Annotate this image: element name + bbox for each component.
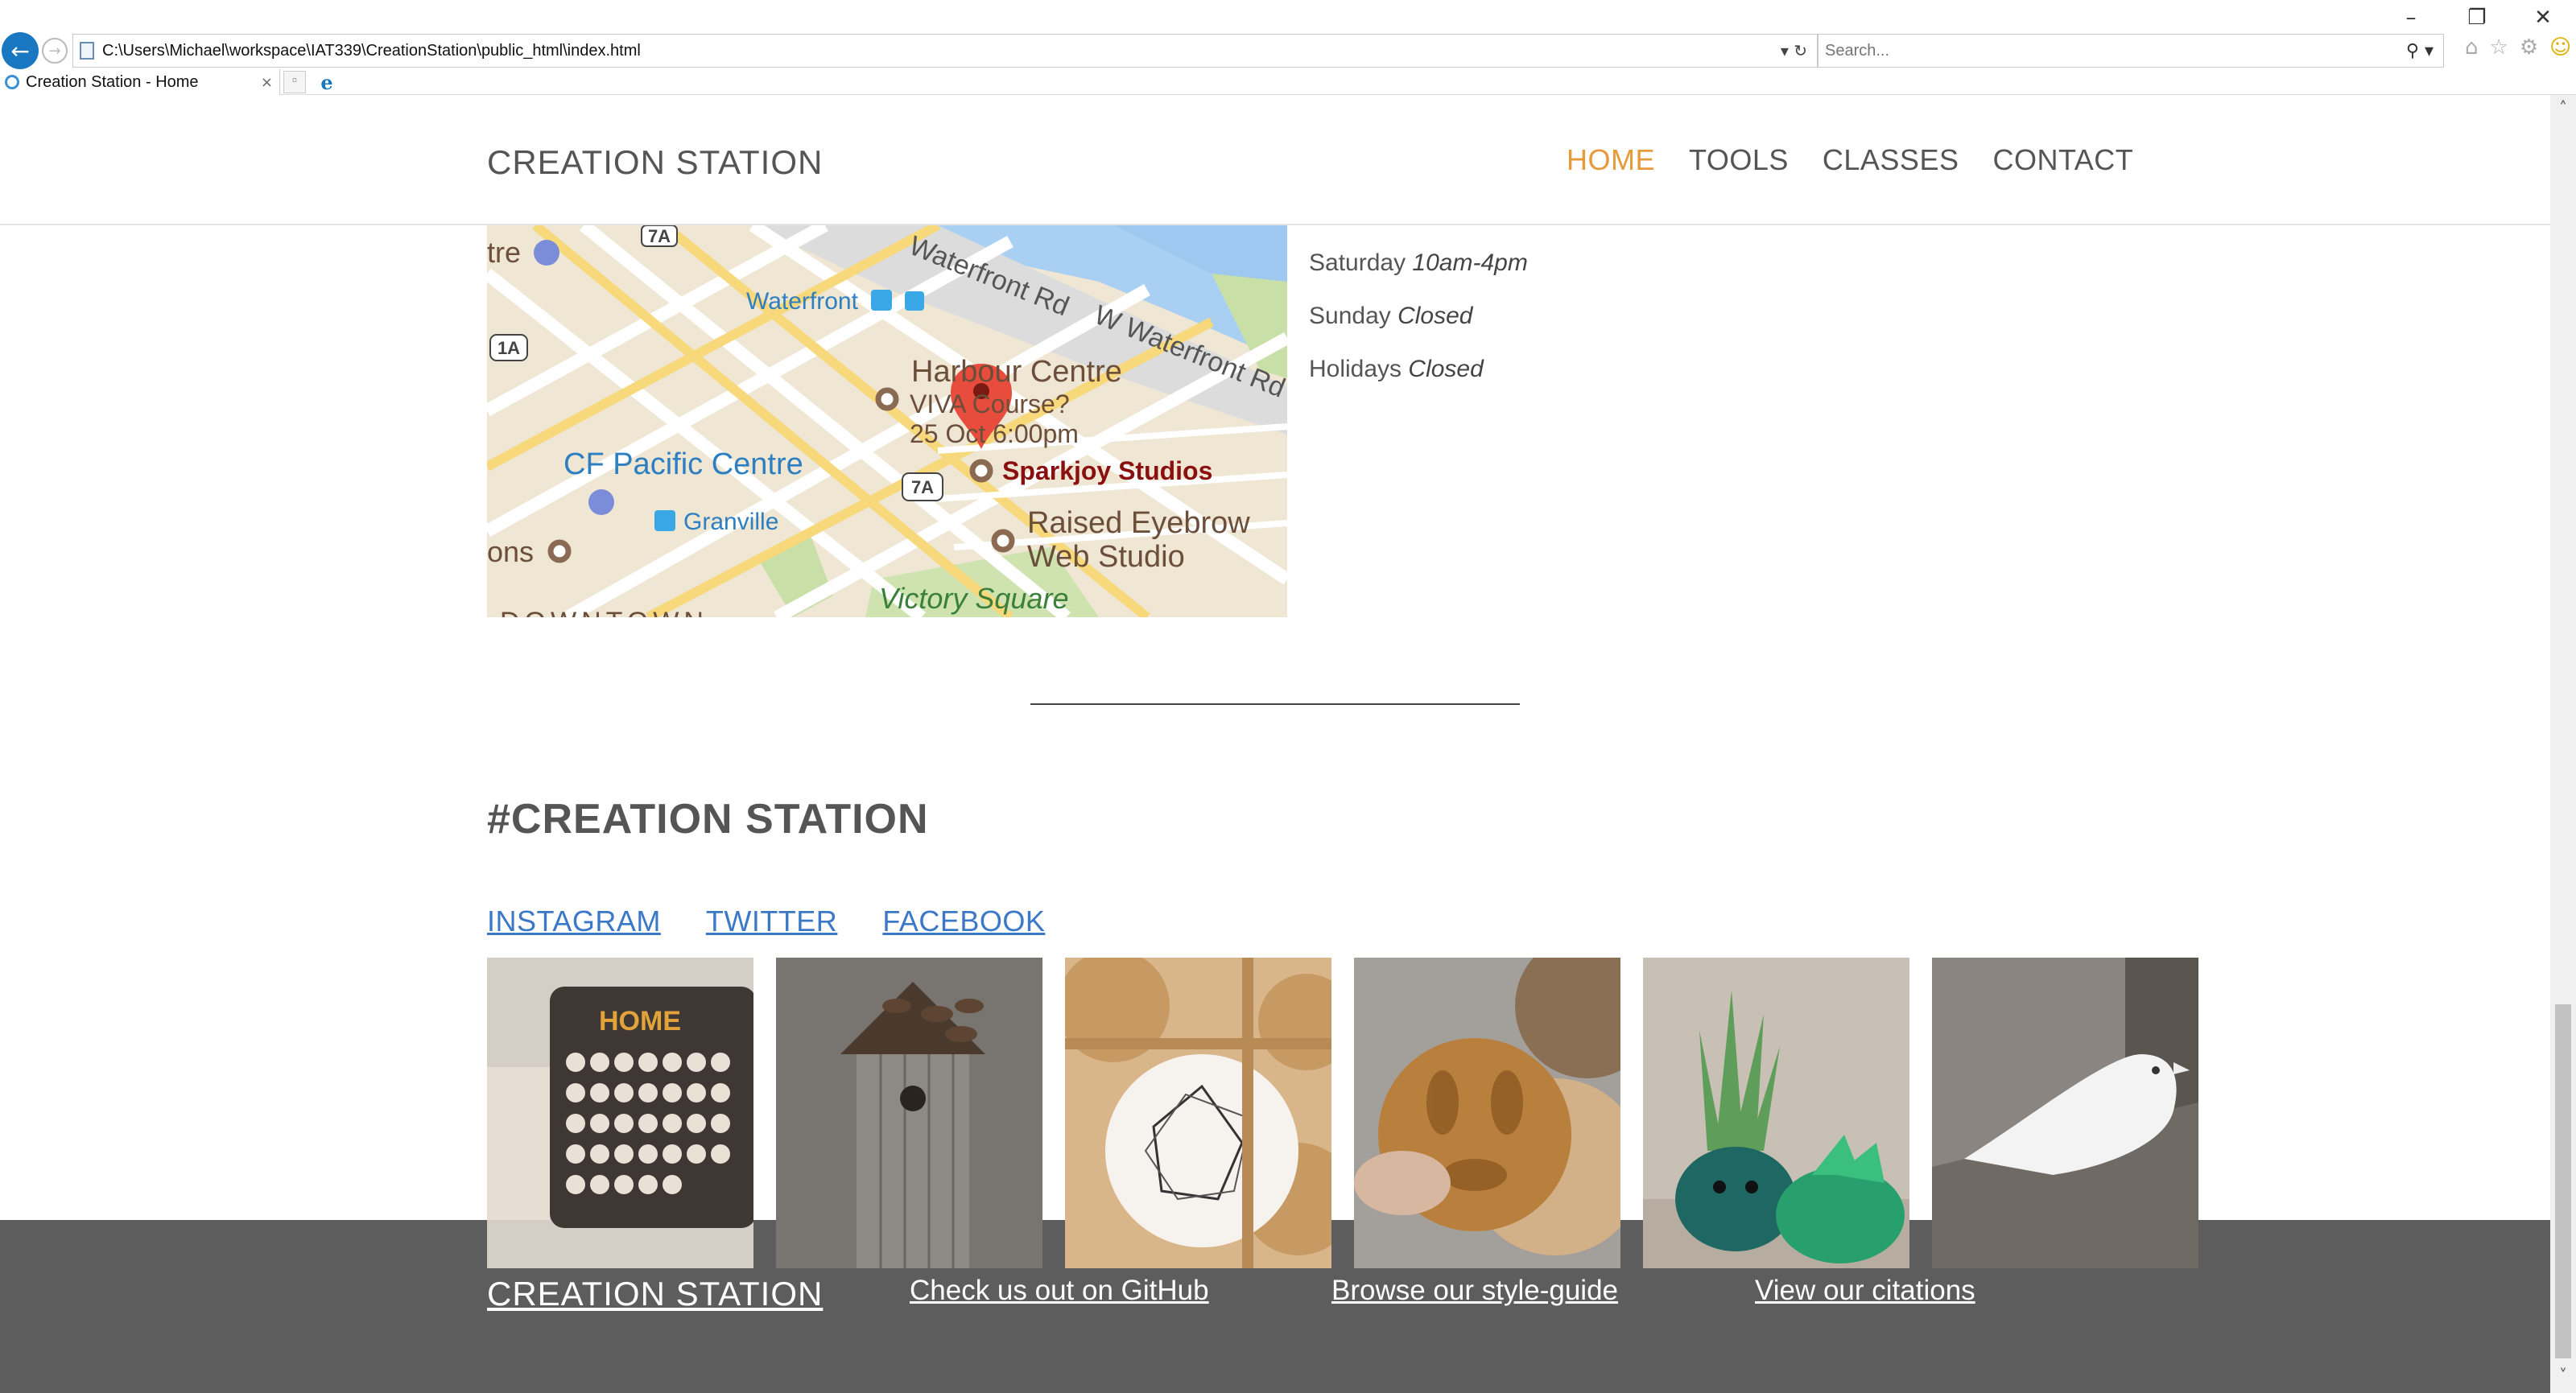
map-label: Sparkjoy Studios [1002, 456, 1212, 485]
twitter-link[interactable]: TWITTER [706, 905, 837, 938]
calendar-text: HOME [599, 1006, 681, 1037]
hours-day: Saturday [1309, 249, 1406, 276]
feedback-smiley-icon[interactable]: ☺ [2549, 35, 2571, 60]
hours-row: Sunday Closed [1309, 303, 1472, 330]
instagram-link[interactable]: INSTAGRAM [487, 905, 661, 938]
map-label: Waterfront [746, 288, 859, 315]
refresh-icon[interactable]: ▾ ↻ [1781, 41, 1817, 60]
tab-title: Creation Station - Home [26, 72, 199, 91]
page-viewport: 7A 1A 7A tre Waterfront Rd W Waterfront … [0, 95, 2550, 1393]
close-icon[interactable]: ✕ [2510, 0, 2576, 35]
hours-day: Sunday [1309, 303, 1391, 329]
map-label: tre [487, 236, 521, 269]
restore-icon[interactable]: ❐ [2444, 0, 2510, 35]
map-label: 25 Oct 6:00pm [910, 419, 1079, 448]
footer-brand-link[interactable]: CREATION STATION [487, 1275, 823, 1313]
scroll-down-icon[interactable]: ˅ [2550, 1366, 2576, 1390]
map-label: CF Pacific Centre [564, 447, 803, 481]
facebook-link[interactable]: FACEBOOK [882, 905, 1045, 938]
hours-time: Closed [1397, 303, 1473, 329]
scroll-up-icon[interactable]: ˄ [2550, 98, 2576, 122]
hours-time: Closed [1408, 356, 1484, 382]
main-nav: HOME TOOLS CLASSES CONTACT [1567, 143, 2133, 177]
hours-time: 10am-4pm [1412, 249, 1528, 276]
map-label: VIVA Course? [910, 389, 1070, 418]
page-icon [80, 42, 94, 60]
map-label: Harbour Centre [911, 355, 1122, 389]
site-header: CREATION STATION HOME TOOLS CLASSES CONT… [0, 95, 2550, 225]
nav-home[interactable]: HOME [1567, 143, 1655, 177]
minimize-icon[interactable]: – [2378, 0, 2444, 35]
toolbar-icons: ⌂ ☆ ⚙ ☺ [2465, 35, 2571, 60]
github-link[interactable]: Check us out on GitHub [910, 1275, 1209, 1307]
search-input[interactable] [1825, 41, 2406, 60]
style-guide-link[interactable]: Browse our style-guide [1331, 1275, 1618, 1307]
nav-classes[interactable]: CLASSES [1823, 143, 1959, 177]
back-arrow-icon: ← [10, 37, 30, 64]
search-box[interactable]: ⚲ ▾ [1818, 34, 2444, 68]
back-button[interactable]: ← [2, 32, 39, 69]
hours-row: Saturday 10am-4pm [1309, 249, 1528, 277]
map-hwy-label: 7A [648, 226, 671, 246]
site-brand[interactable]: CREATION STATION [487, 143, 823, 182]
forward-button[interactable]: → [42, 38, 68, 64]
map-label: Granville [683, 509, 778, 535]
section-divider [1030, 703, 1520, 705]
gallery-image-drawing-machine[interactable] [1065, 958, 1331, 1268]
gallery-image-calendar[interactable]: HOME [487, 958, 753, 1268]
social-links: INSTAGRAM TWITTER FACEBOOK [487, 905, 1045, 938]
settings-gear-icon[interactable]: ⚙ [2520, 35, 2538, 60]
window-controls: – ❐ ✕ [2378, 0, 2576, 35]
map-label: DOWNTOWN [500, 607, 708, 617]
forward-arrow-icon: → [48, 42, 61, 60]
search-icon[interactable]: ⚲ ▾ [2406, 41, 2443, 61]
nav-tools[interactable]: TOOLS [1689, 143, 1789, 177]
favorites-star-icon[interactable]: ☆ [2490, 35, 2508, 60]
map-graphic: 7A 1A 7A tre Waterfront Rd W Waterfront … [487, 225, 1287, 617]
map-label: ons [487, 535, 534, 568]
browser-tab-active[interactable]: Creation Station - Home × [0, 69, 280, 95]
gallery-image-coasters[interactable] [1354, 958, 1620, 1268]
social-section-title: #CREATION STATION [487, 796, 929, 843]
instagram-gallery: HOME [487, 958, 2198, 1268]
tab-favicon-icon [5, 75, 19, 89]
citations-link[interactable]: View our citations [1755, 1275, 1975, 1307]
hours-row: Holidays Closed [1309, 356, 1484, 383]
address-bar[interactable]: C:\Users\Michael\workspace\IAT339\Creati… [72, 34, 1818, 68]
map-hwy-label: 7A [911, 477, 934, 497]
map-label: Web Studio [1027, 540, 1185, 574]
map-label: Victory Square [879, 582, 1068, 615]
home-icon[interactable]: ⌂ [2465, 35, 2479, 60]
location-map[interactable]: 7A 1A 7A tre Waterfront Rd W Waterfront … [487, 225, 1287, 617]
new-tab-button[interactable]: ▫ [283, 71, 306, 93]
map-hwy-label: 1A [497, 338, 520, 358]
map-label: Raised Eyebrow [1027, 506, 1250, 540]
scroll-thumb[interactable] [2555, 1004, 2571, 1358]
browser-chrome: – ❐ ✕ ← → C:\Users\Michael\workspace\IAT… [0, 0, 2576, 95]
hours-day: Holidays [1309, 356, 1402, 382]
tab-close-icon[interactable]: × [261, 74, 279, 91]
ie-logo-icon[interactable]: e [314, 71, 340, 94]
gallery-image-planters[interactable] [1643, 958, 1909, 1268]
gallery-image-bird[interactable] [1932, 958, 2198, 1268]
gallery-image-birdhouse[interactable] [776, 958, 1042, 1268]
vertical-scrollbar[interactable]: ˄ ˅ [2550, 95, 2576, 1393]
address-url[interactable]: C:\Users\Michael\workspace\IAT339\Creati… [102, 42, 1781, 60]
nav-contact[interactable]: CONTACT [1992, 143, 2133, 177]
